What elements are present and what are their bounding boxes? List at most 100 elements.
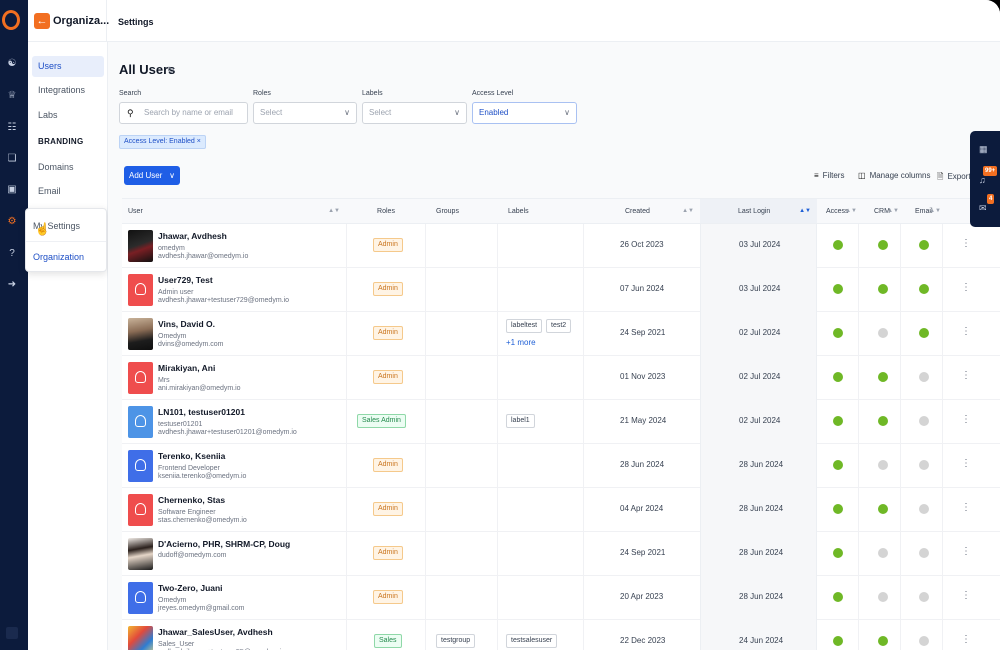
access-level-select[interactable]: Enabled ∨ bbox=[472, 102, 577, 124]
email-status-dot[interactable] bbox=[919, 636, 929, 646]
col-header-email[interactable]: Email ▲▼ bbox=[901, 199, 943, 224]
access-status-dot[interactable] bbox=[833, 592, 843, 602]
crm-status-dot[interactable] bbox=[878, 548, 888, 558]
bell-icon[interactable]: ♫ bbox=[979, 176, 989, 185]
access-status-dot[interactable] bbox=[833, 284, 843, 294]
back-arrow-icon[interactable]: ← bbox=[34, 13, 50, 29]
grid-icon[interactable]: ▦ bbox=[979, 145, 989, 154]
more-actions-icon[interactable]: ⋮ bbox=[961, 590, 971, 601]
user-cell[interactable]: Two-Zero, Juani Omedym jreyes.omedym@gmail… bbox=[122, 576, 346, 620]
email-status-dot[interactable] bbox=[919, 284, 929, 294]
table-row[interactable]: Terenko, Kseniia Frontend Developer ksenii… bbox=[122, 444, 1000, 488]
flyout-organization[interactable]: Organization bbox=[33, 252, 84, 262]
manage-columns-button[interactable]: ◫ Manage columns bbox=[858, 171, 930, 180]
crm-status-dot[interactable] bbox=[878, 592, 888, 602]
more-actions-icon[interactable]: ⋮ bbox=[961, 370, 971, 381]
crm-status-dot[interactable] bbox=[878, 416, 888, 426]
chat-icon[interactable]: ✉ bbox=[979, 204, 989, 213]
sort-desc-icon[interactable]: ▲▼ bbox=[799, 199, 811, 224]
more-actions-icon[interactable]: ⋮ bbox=[961, 546, 971, 557]
crm-status-dot[interactable] bbox=[878, 328, 888, 338]
user-name[interactable]: Chernenko, Stas bbox=[158, 495, 225, 505]
search-input[interactable]: ⚲ Search by name or email bbox=[119, 102, 248, 124]
sidebar-item-domains[interactable]: Domains bbox=[32, 157, 104, 178]
table-row[interactable]: Mirakiyan, Ani Mrs ani.mirakiyan@omedym.io… bbox=[122, 356, 1000, 400]
sidebar-item-email[interactable]: Email bbox=[32, 181, 104, 202]
access-status-dot[interactable] bbox=[833, 240, 843, 250]
email-status-dot[interactable] bbox=[919, 592, 929, 602]
more-labels-link[interactable]: +1 more bbox=[506, 338, 536, 347]
sidebar-item-labs[interactable]: Labs bbox=[32, 105, 104, 126]
more-actions-icon[interactable]: ⋮ bbox=[961, 634, 971, 645]
user-name[interactable]: User729, Test bbox=[158, 275, 213, 285]
email-status-dot[interactable] bbox=[919, 328, 929, 338]
labels-select[interactable]: Select ∨ bbox=[362, 102, 467, 124]
roles-select[interactable]: Select ∨ bbox=[253, 102, 357, 124]
more-actions-icon[interactable]: ⋮ bbox=[961, 282, 971, 293]
col-header-last-login[interactable]: Last Login ▲▼ bbox=[700, 199, 817, 224]
logout-icon[interactable]: ➜ bbox=[6, 279, 18, 290]
user-cell[interactable]: Jhawar_SalesUser, AvdheshSales_Useravdhe… bbox=[122, 620, 346, 650]
user-name[interactable]: Jhawar_SalesUser, Avdhesh bbox=[158, 627, 273, 637]
email-status-dot[interactable] bbox=[919, 504, 929, 514]
sort-icon[interactable]: ▲▼ bbox=[682, 199, 694, 224]
settings-gear-icon[interactable]: ⚙ bbox=[6, 216, 18, 227]
more-actions-icon[interactable]: ⋮ bbox=[961, 414, 971, 425]
user-name[interactable]: LN101, testuser01201 bbox=[158, 407, 245, 417]
more-actions-icon[interactable]: ⋮ bbox=[961, 238, 971, 249]
col-header-access[interactable]: Access ▲▼ bbox=[817, 199, 859, 224]
crm-status-dot[interactable] bbox=[878, 284, 888, 294]
sidebar-item-users[interactable]: Users bbox=[32, 56, 104, 77]
user-cell[interactable]: Terenko, Kseniia Frontend Developer ksenii… bbox=[122, 444, 346, 488]
access-status-dot[interactable] bbox=[833, 416, 843, 426]
user-cell[interactable]: Chernenko, Stas Software Engineer stas.che… bbox=[122, 488, 346, 532]
user-name[interactable]: Vins, David O. bbox=[158, 319, 215, 329]
sort-icon[interactable]: ▲▼ bbox=[887, 199, 899, 224]
add-user-button[interactable]: Add User ∨ bbox=[124, 166, 180, 185]
table-row[interactable]: User729, Test Admin user avdhesh.jhawar+te… bbox=[122, 268, 1000, 312]
col-header-created[interactable]: Created ▲▼ bbox=[584, 199, 700, 224]
filters-button[interactable]: ≡ Filters bbox=[814, 171, 844, 180]
people-icon[interactable]: ☯ bbox=[6, 58, 18, 69]
user-name[interactable]: Two-Zero, Juani bbox=[158, 583, 223, 593]
documents-icon[interactable]: ❏ bbox=[6, 153, 18, 164]
sort-icon[interactable]: ▲▼ bbox=[845, 199, 857, 224]
access-status-dot[interactable] bbox=[833, 328, 843, 338]
access-status-dot[interactable] bbox=[833, 548, 843, 558]
email-status-dot[interactable] bbox=[919, 372, 929, 382]
sidebar-item-integrations[interactable]: Integrations bbox=[32, 80, 104, 101]
access-status-dot[interactable] bbox=[833, 504, 843, 514]
user-name[interactable]: Jhawar, Avdhesh bbox=[158, 231, 227, 241]
table-row[interactable]: Vins, David O. Omedym dvins@omedym.com Admi… bbox=[122, 312, 1000, 356]
user-cell[interactable]: Mirakiyan, Ani Mrs ani.mirakiyan@omedym.io bbox=[122, 356, 346, 400]
table-row[interactable]: Jhawar, Avdhesh omedym avdhesh.jhawar@omed… bbox=[122, 224, 1000, 268]
email-status-dot[interactable] bbox=[919, 548, 929, 558]
crm-status-dot[interactable] bbox=[878, 460, 888, 470]
help-icon[interactable]: ? bbox=[6, 248, 18, 259]
crm-status-dot[interactable] bbox=[878, 372, 888, 382]
sort-icon[interactable]: ▲▼ bbox=[929, 199, 941, 224]
table-row[interactable]: Jhawar_SalesUser, AvdheshSales_Useravdhe… bbox=[122, 620, 1000, 650]
library-icon[interactable]: ☷ bbox=[6, 122, 18, 133]
col-header-crm[interactable]: CRM ▲▼ bbox=[859, 199, 901, 224]
crm-status-dot[interactable] bbox=[878, 636, 888, 646]
table-row[interactable]: Two-Zero, Juani Omedym jreyes.omedym@gmail… bbox=[122, 576, 1000, 620]
crm-status-dot[interactable] bbox=[878, 504, 888, 514]
access-status-dot[interactable] bbox=[833, 460, 843, 470]
omedym-logo-icon[interactable] bbox=[2, 10, 20, 30]
user-name[interactable]: Mirakiyan, Ani bbox=[158, 363, 215, 373]
access-level-filter-chip[interactable]: Access Level: Enabled × bbox=[119, 135, 206, 149]
crm-status-dot[interactable] bbox=[878, 240, 888, 250]
user-cell[interactable]: LN101, testuser01201 testuser01201 avdhesh… bbox=[122, 400, 346, 444]
sort-icon[interactable]: ▲▼ bbox=[328, 199, 340, 224]
export-button[interactable]: 🗎 Export bbox=[937, 171, 971, 185]
trophy-icon[interactable]: ♕ bbox=[6, 90, 18, 101]
user-name[interactable]: Terenko, Kseniia bbox=[158, 451, 225, 461]
access-status-dot[interactable] bbox=[833, 372, 843, 382]
email-status-dot[interactable] bbox=[919, 460, 929, 470]
table-row[interactable]: D'Acierno, PHR, SHRM-CP, Doug dudoff@omed… bbox=[122, 532, 1000, 576]
refresh-icon[interactable]: ↻ bbox=[167, 65, 175, 76]
user-cell[interactable]: Vins, David O. Omedym dvins@omedym.com bbox=[122, 312, 346, 356]
more-actions-icon[interactable]: ⋮ bbox=[961, 502, 971, 513]
email-status-dot[interactable] bbox=[919, 240, 929, 250]
